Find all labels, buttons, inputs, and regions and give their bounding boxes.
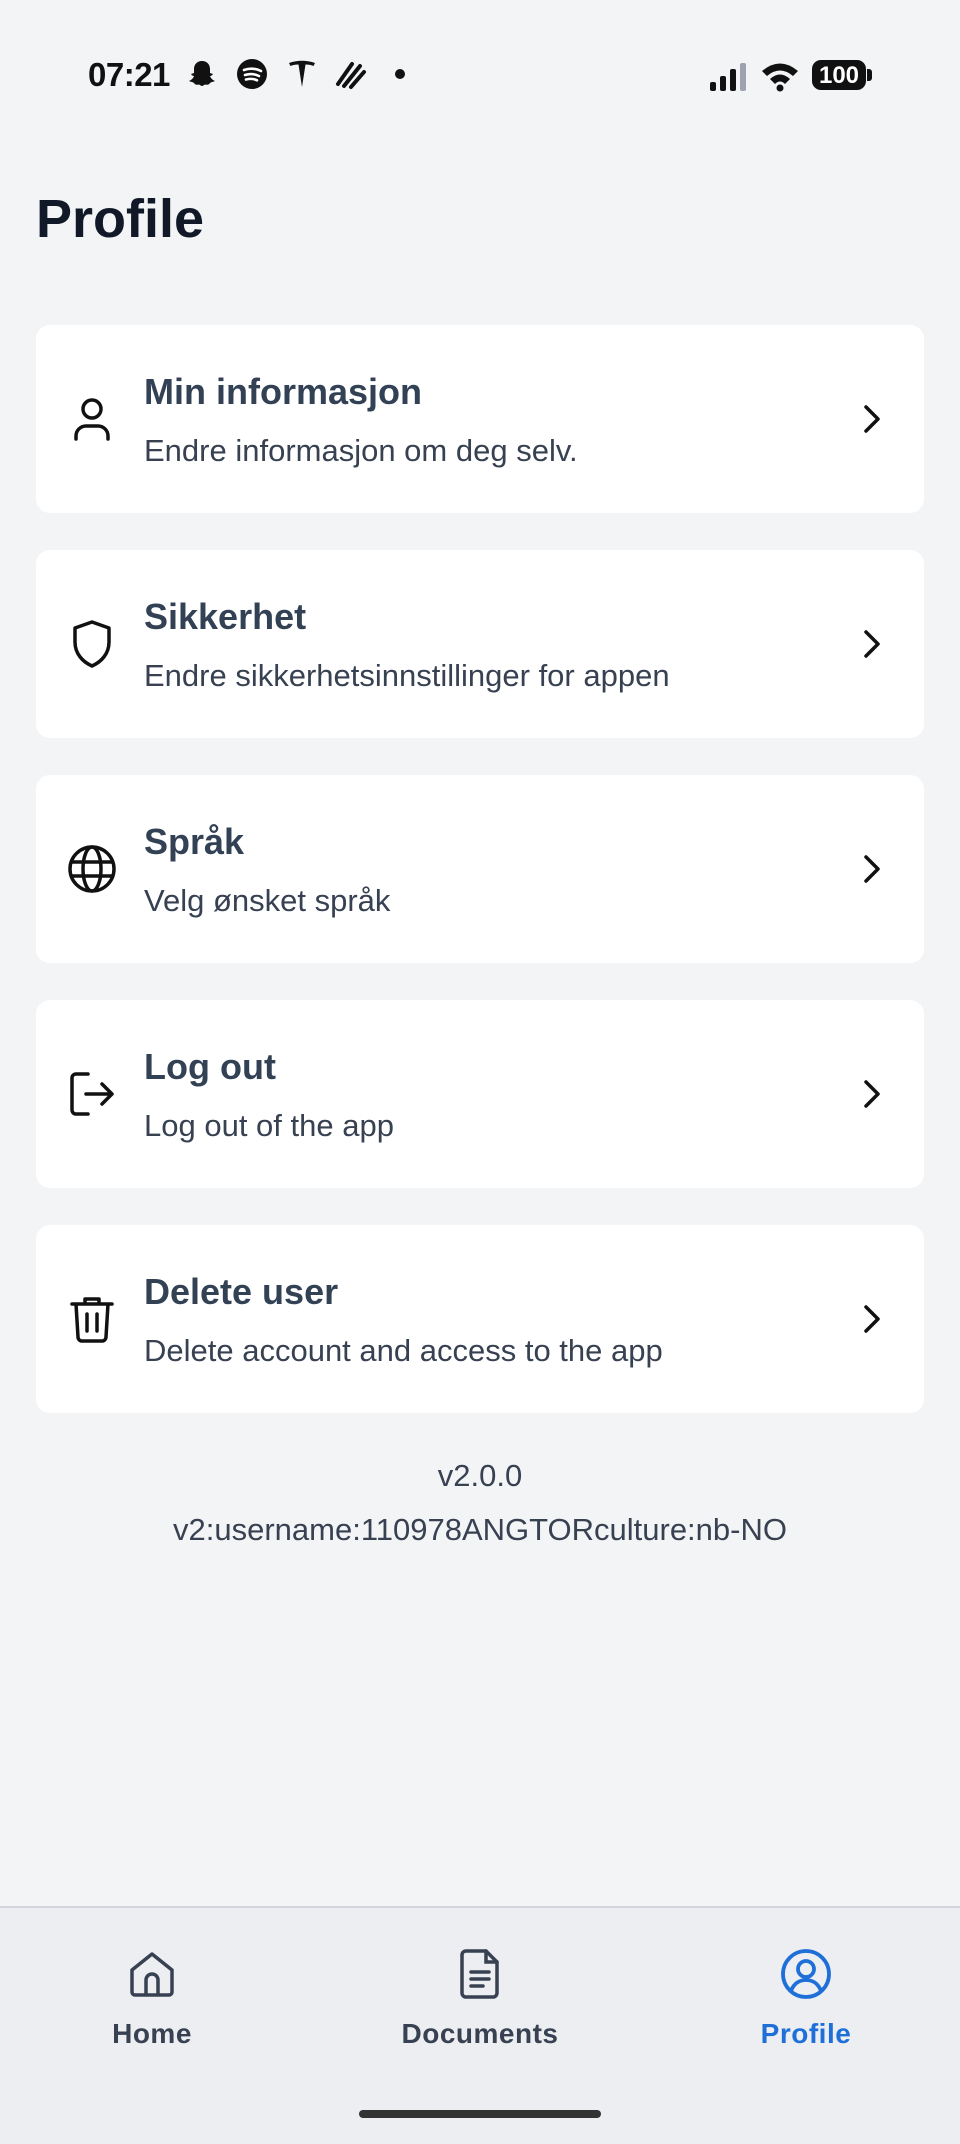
profile-icon: [781, 1949, 831, 1999]
chevron-right-icon: [864, 630, 880, 658]
globe-icon: [68, 845, 116, 893]
nav-documents[interactable]: Documents: [360, 1946, 600, 2050]
chevron-right-icon: [864, 1305, 880, 1333]
snapchat-icon: [189, 61, 215, 86]
menu-item-title: Min informasjon: [144, 371, 422, 412]
chevron-right-icon: [864, 405, 880, 433]
user-icon: [74, 398, 110, 441]
nav-home-label: Home: [112, 2018, 192, 2049]
app-details: v2:username:110978ANGTORculture:nb-NO: [173, 1512, 787, 1547]
menu-item-subtitle: Log out of the app: [144, 1108, 394, 1143]
strava-icon: [336, 62, 366, 89]
trash-icon: [70, 1297, 114, 1343]
status-bar: 07:21 100: [0, 0, 960, 140]
menu-item-subtitle: Velg ønsket språk: [144, 883, 391, 918]
nav-home[interactable]: Home: [32, 1946, 272, 2050]
bottom-navigation: Home Documents Profile: [0, 1906, 960, 2144]
menu-item-delete-user[interactable]: Delete user Delete account and access to…: [36, 1225, 924, 1413]
status-time: 07:21: [88, 56, 170, 93]
menu-item-title: Log out: [144, 1046, 276, 1087]
document-icon: [460, 1949, 499, 1999]
menu-item-subtitle: Endre informasjon om deg selv.: [144, 433, 578, 468]
nav-profile-label: Profile: [760, 2018, 852, 2049]
battery-icon: 100: [812, 60, 872, 90]
menu-item-title: Sikkerhet: [144, 596, 307, 637]
wifi-icon: [762, 63, 798, 92]
dot-icon: [395, 69, 405, 79]
home-icon: [130, 1952, 174, 1997]
nav-profile[interactable]: Profile: [686, 1946, 926, 2050]
menu-item-title: Språk: [144, 821, 245, 862]
battery-level: 100: [818, 62, 860, 89]
menu-item-log-out[interactable]: Log out Log out of the app: [36, 1000, 924, 1188]
menu-item-subtitle: Delete account and access to the app: [144, 1333, 663, 1368]
shield-icon: [73, 620, 111, 668]
tesla-icon: [289, 60, 315, 87]
page-title: Profile: [36, 189, 205, 249]
spotify-icon: [237, 59, 267, 89]
nav-documents-label: Documents: [401, 2018, 559, 2049]
menu-item-subtitle: Endre sikkerhetsinnstillinger for appen: [144, 658, 670, 693]
home-indicator[interactable]: [359, 2110, 601, 2118]
signal-icon: [710, 63, 746, 91]
menu-item-title: Delete user: [144, 1271, 339, 1312]
menu-item-language[interactable]: Språk Velg ønsket språk: [36, 775, 924, 963]
app-version: v2.0.0: [437, 1458, 523, 1493]
chevron-right-icon: [864, 1080, 880, 1108]
logout-icon: [70, 1072, 114, 1116]
menu-item-my-information[interactable]: Min informasjon Endre informasjon om deg…: [36, 325, 924, 513]
chevron-right-icon: [864, 855, 880, 883]
menu-item-security[interactable]: Sikkerhet Endre sikkerhetsinnstillinger …: [36, 550, 924, 738]
